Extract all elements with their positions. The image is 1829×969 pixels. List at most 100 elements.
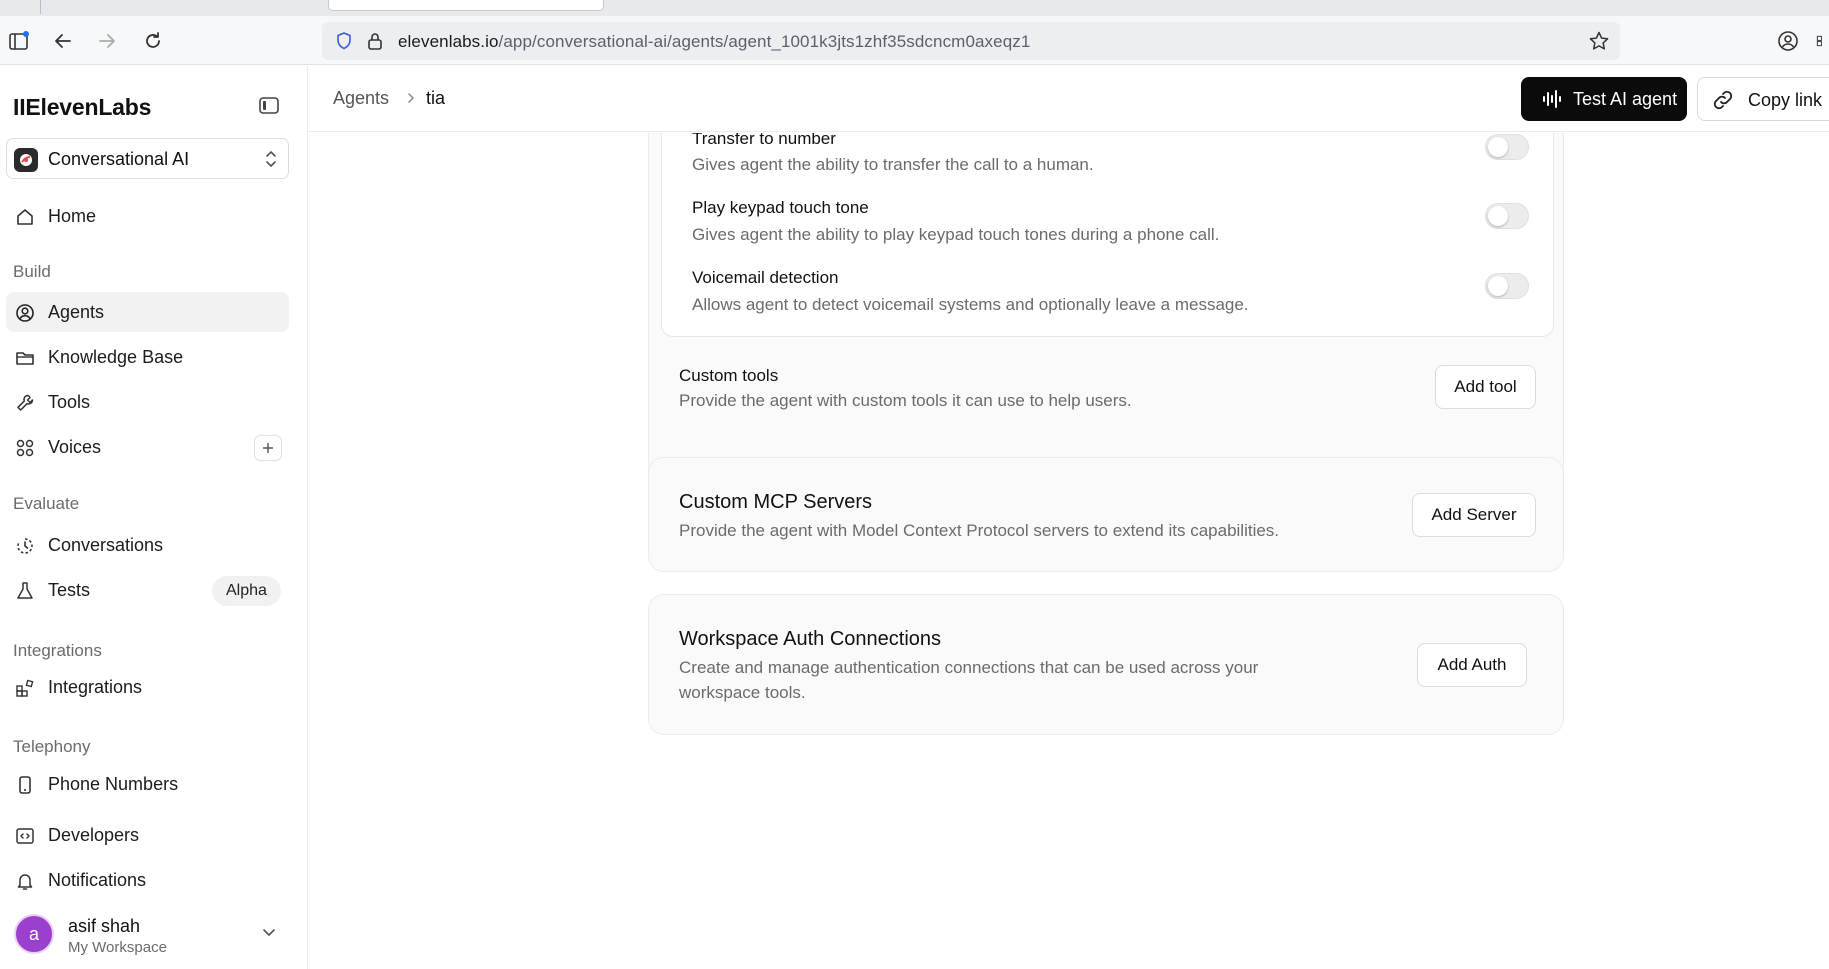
voicemail-detection-toggle[interactable] [1485,273,1529,299]
system-tools-card: Transfer to number Gives agent the abili… [661,133,1554,337]
user-workspace: My Workspace [68,939,167,956]
product-switcher-label: Conversational AI [48,149,190,169]
flask-icon [14,580,36,602]
add-tool-button[interactable]: Add tool [1435,365,1536,409]
sidebar-item-label: Home [48,206,97,226]
chevron-right-icon [405,91,417,110]
history-icon [14,535,36,557]
breadcrumb-current: tia [426,88,446,108]
sidebar-item-tools[interactable]: Tools [6,382,289,422]
section-label-integrations: Integrations [13,641,102,660]
chevron-up-down-icon [263,148,279,175]
url-text: elevenlabs.io/app/conversational-ai/agen… [398,32,1030,52]
sidebar-item-label: Voices [48,437,102,457]
play-keypad-tone-toggle[interactable] [1485,203,1529,229]
sidebar-item-home[interactable]: Home [6,196,289,236]
sidebar-item-label: Notifications [48,870,147,890]
auth-connections-description-line2: workspace tools. [679,683,806,702]
forward-icon[interactable] [94,28,120,54]
toggle-knob [1488,137,1508,157]
custom-tools-title: Custom tools [679,366,779,385]
sidebar-item-developers[interactable]: Developers [6,815,289,855]
sidebar-toggle-icon[interactable] [6,28,32,54]
sidebar-item-agents[interactable]: Agents [6,292,289,332]
toggle-knob [1488,276,1508,296]
user-menu[interactable]: a asif shah My Workspace [6,904,289,964]
mcp-servers-title: Custom MCP Servers [679,491,873,513]
back-icon[interactable] [50,28,76,54]
mcp-servers-section: Custom MCP Servers Provide the agent wit… [648,457,1564,572]
sidebar-item-notifications[interactable]: Notifications [6,860,289,900]
auth-connections-title: Workspace Auth Connections [679,628,942,650]
auth-connections-description-line1: Create and manage authentication connect… [679,658,1259,677]
main-content: Transfer to number Gives agent the abili… [309,133,1829,969]
browser-tabstrip [0,0,1829,16]
tool-description: Allows agent to detect voicemail systems… [692,295,1249,314]
sidebar-item-label: Tools [48,392,91,412]
home-icon [14,206,36,228]
mcp-servers-description: Provide the agent with Model Context Pro… [679,521,1280,540]
sidebar-item-label: Conversations [48,535,164,555]
code-icon [14,825,36,847]
sidebar-item-conversations[interactable]: Conversations [6,525,289,565]
shield-icon[interactable] [334,31,354,56]
auth-connections-section: Workspace Auth Connections Create and ma… [648,594,1564,735]
test-ai-agent-label: Test AI agent [1573,89,1678,109]
copy-link-button[interactable]: Copy link [1697,77,1829,121]
extensions-icon[interactable] [1815,28,1829,54]
copy-link-label: Copy link [1748,90,1823,110]
avatar: a [14,914,54,954]
lock-icon[interactable] [366,31,384,56]
address-bar[interactable]: elevenlabs.io/app/conversational-ai/agen… [322,22,1620,60]
section-label-build: Build [13,262,51,281]
section-label-evaluate: Evaluate [13,494,80,513]
url-path: /app/conversational-ai/agents/agent_1001… [498,32,1031,51]
tool-title: Play keypad touch tone [692,198,869,217]
sidebar-item-label: Integrations [48,677,143,697]
toggle-knob [1488,206,1508,226]
bookmark-star-icon[interactable] [1588,30,1610,57]
sidebar-item-tests[interactable]: Tests Alpha [6,570,289,610]
collapse-sidebar-icon[interactable] [258,96,282,118]
browser-active-tab[interactable] [328,0,604,11]
sidebar-item-phone-numbers[interactable]: Phone Numbers [6,764,289,804]
tab-separator [40,0,41,14]
alpha-badge: Alpha [212,576,281,606]
tool-description: Gives agent the ability to transfer the … [692,155,1094,174]
agent-icon [14,302,36,324]
chevron-down-icon [261,924,277,945]
sidebar-item-label: Tests [48,580,91,600]
transfer-to-number-toggle[interactable] [1485,134,1529,160]
sidebar-item-label: Developers [48,825,140,845]
sidebar: IIElevenLabs Conversational AI Home Buil… [0,66,308,969]
custom-tools-description: Provide the agent with custom tools it c… [679,391,1132,410]
link-icon [1712,89,1734,116]
reload-icon[interactable] [140,28,166,54]
sidebar-item-integrations[interactable]: Integrations [6,667,289,707]
sidebar-item-knowledge-base[interactable]: Knowledge Base [6,337,289,377]
sidebar-item-voices[interactable]: Voices [6,427,289,467]
integrations-icon [14,677,36,699]
sidebar-item-label: Knowledge Base [48,347,184,367]
breadcrumb-agents[interactable]: Agents [333,88,389,109]
test-ai-agent-button[interactable]: Test AI agent [1521,77,1687,121]
bell-icon [14,870,36,892]
waveform-icon [1541,88,1563,115]
add-auth-button[interactable]: Add Auth [1417,643,1527,687]
add-server-button[interactable]: Add Server [1412,493,1536,537]
product-switcher[interactable]: Conversational AI [6,138,289,179]
folder-icon [14,347,36,369]
section-label-telephony: Telephony [13,737,91,756]
tool-description: Gives agent the ability to play keypad t… [692,225,1220,244]
sidebar-item-label: Agents [48,302,105,322]
account-icon[interactable] [1775,28,1801,54]
sidebar-item-label: Phone Numbers [48,774,179,794]
voices-grid-icon [14,437,36,459]
phone-icon [14,774,36,796]
url-host: elevenlabs.io [398,32,499,51]
brand-logo[interactable]: IIElevenLabs [13,94,151,121]
user-name: asif shah [68,916,141,936]
add-voice-button[interactable] [254,435,282,461]
tool-title: Voicemail detection [692,268,839,287]
browser-toolbar: elevenlabs.io/app/conversational-ai/agen… [0,16,1829,65]
